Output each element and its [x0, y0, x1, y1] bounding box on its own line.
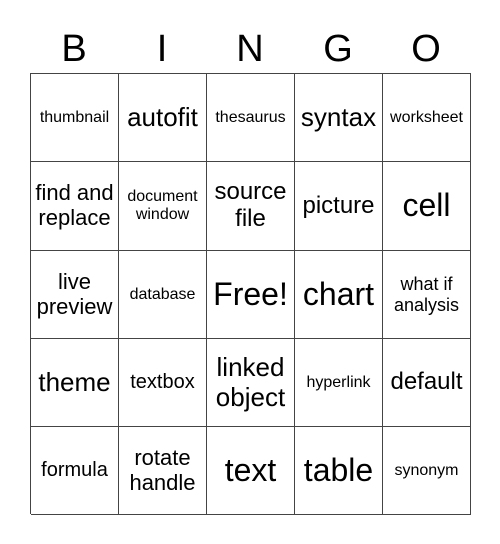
- bingo-free-space[interactable]: Free!: [207, 251, 295, 339]
- header-letter-o: O: [411, 28, 441, 70]
- bingo-header: B I N G O: [30, 26, 470, 72]
- bingo-cell[interactable]: cell: [383, 162, 471, 251]
- header-letter-i: I: [156, 28, 168, 70]
- bingo-cell[interactable]: document window: [119, 162, 207, 251]
- bingo-cell[interactable]: hyperlink: [295, 339, 383, 427]
- bingo-cell[interactable]: linked object: [207, 339, 295, 427]
- header-letter-b: B: [61, 28, 87, 70]
- bingo-cell[interactable]: chart: [295, 251, 383, 339]
- bingo-cell[interactable]: default: [383, 339, 471, 427]
- bingo-cell[interactable]: formula: [31, 427, 119, 515]
- bingo-cell[interactable]: textbox: [119, 339, 207, 427]
- bingo-cell[interactable]: find and replace: [31, 162, 119, 251]
- bingo-cell[interactable]: database: [119, 251, 207, 339]
- bingo-grid: thumbnail autofit thesaurus syntax works…: [30, 73, 471, 515]
- bingo-cell[interactable]: rotate handle: [119, 427, 207, 515]
- bingo-cell[interactable]: autofit: [119, 74, 207, 162]
- bingo-cell[interactable]: table: [295, 427, 383, 515]
- bingo-cell[interactable]: picture: [295, 162, 383, 251]
- header-letter-n: N: [236, 28, 264, 70]
- bingo-cell[interactable]: thumbnail: [31, 74, 119, 162]
- bingo-cell[interactable]: text: [207, 427, 295, 515]
- bingo-cell[interactable]: what if analysis: [383, 251, 471, 339]
- bingo-cell[interactable]: source file: [207, 162, 295, 251]
- header-letter-g: G: [323, 28, 353, 70]
- bingo-cell[interactable]: worksheet: [383, 74, 471, 162]
- bingo-cell[interactable]: thesaurus: [207, 74, 295, 162]
- bingo-cell[interactable]: synonym: [383, 427, 471, 515]
- bingo-cell[interactable]: syntax: [295, 74, 383, 162]
- bingo-cell[interactable]: theme: [31, 339, 119, 427]
- bingo-cell[interactable]: live preview: [31, 251, 119, 339]
